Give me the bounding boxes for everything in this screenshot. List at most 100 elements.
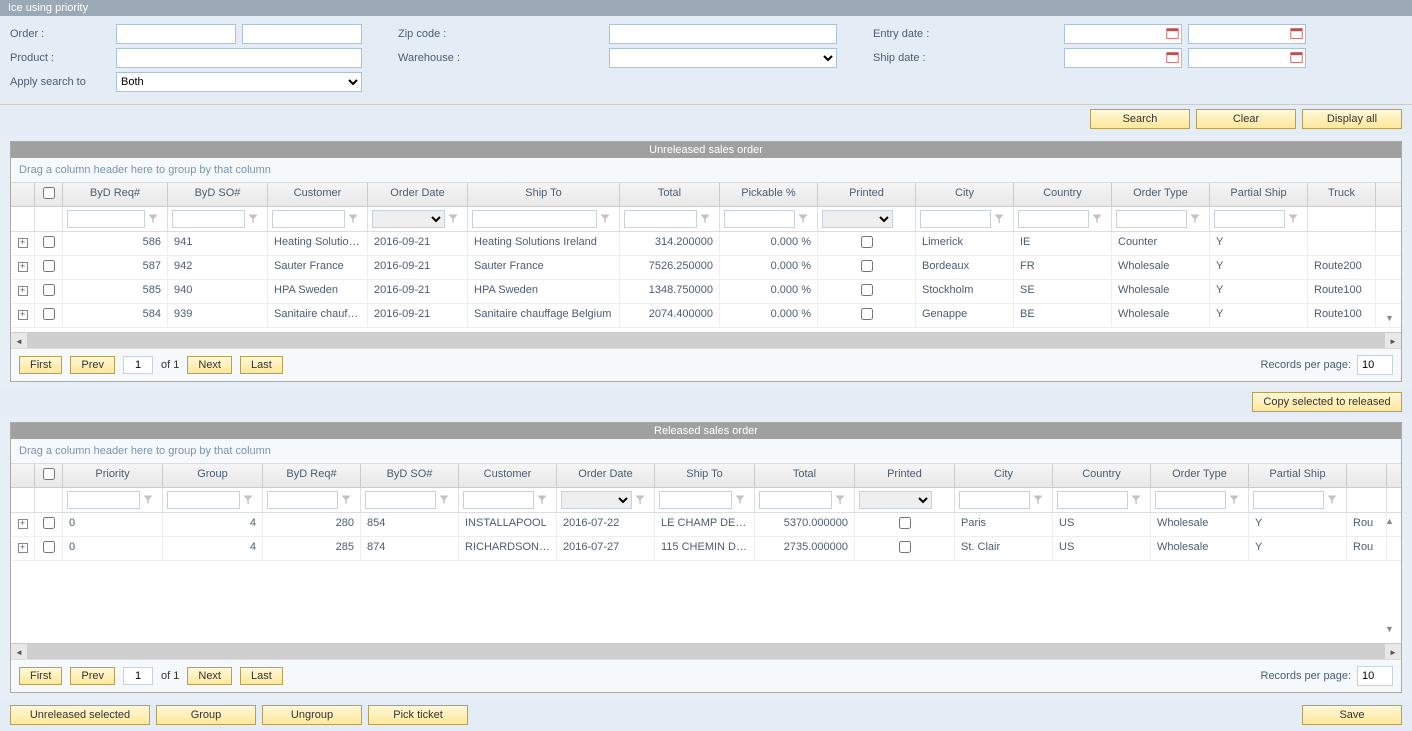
- product-input[interactable]: [116, 48, 362, 68]
- ship-date-to[interactable]: [1188, 48, 1306, 68]
- calendar-icon[interactable]: [1166, 27, 1179, 40]
- table-row[interactable]: +04280854INSTALLAPOOL2016-07-22LE CHAMP …: [11, 513, 1401, 537]
- filter-icon[interactable]: [242, 494, 254, 506]
- row-checkbox[interactable]: [43, 260, 55, 272]
- col-partial-ship[interactable]: Partial Ship: [1210, 183, 1308, 206]
- pick-ticket-button[interactable]: Pick ticket: [368, 705, 468, 725]
- filter-input[interactable]: [959, 491, 1030, 509]
- col-total[interactable]: Total: [620, 183, 720, 206]
- row-checkbox[interactable]: [43, 284, 55, 296]
- last-button[interactable]: Last: [240, 356, 283, 374]
- grid2-group-hint[interactable]: Drag a column header here to group by th…: [11, 439, 1401, 464]
- filter-input[interactable]: [1253, 491, 1324, 509]
- filter-input[interactable]: [1018, 210, 1089, 228]
- filter-input[interactable]: [472, 210, 597, 228]
- scroll-right-icon[interactable]: ►: [1386, 334, 1400, 348]
- col-city[interactable]: City: [955, 464, 1053, 487]
- col-partial-ship[interactable]: Partial Ship: [1249, 464, 1347, 487]
- filter-input[interactable]: [1214, 210, 1285, 228]
- table-row[interactable]: +584939Sanitaire chauffage B2016-09-21Sa…: [11, 304, 1401, 328]
- row-checkbox[interactable]: [43, 541, 55, 553]
- expand-icon[interactable]: +: [18, 262, 28, 272]
- filter-icon[interactable]: [1189, 213, 1201, 225]
- filter-icon[interactable]: [438, 494, 450, 506]
- filter-icon[interactable]: [1326, 494, 1338, 506]
- col-order-type[interactable]: Order Type: [1112, 183, 1210, 206]
- col-customer[interactable]: Customer: [268, 183, 368, 206]
- scroll-down-icon[interactable]: ▼: [1385, 313, 1399, 323]
- entry-date-to[interactable]: [1188, 24, 1306, 44]
- filter-input[interactable]: [67, 491, 140, 509]
- filter-input[interactable]: [920, 210, 991, 228]
- filter-select[interactable]: [859, 491, 932, 509]
- col-ship-to[interactable]: Ship To: [468, 183, 620, 206]
- copy-selected-button[interactable]: Copy selected to released: [1252, 392, 1402, 412]
- expand-icon[interactable]: +: [18, 519, 28, 529]
- printed-checkbox[interactable]: [899, 541, 911, 553]
- filter-input[interactable]: [267, 491, 338, 509]
- expand-icon[interactable]: +: [18, 310, 28, 320]
- printed-checkbox[interactable]: [861, 260, 873, 272]
- filter-input[interactable]: [1057, 491, 1128, 509]
- first-button[interactable]: First: [19, 356, 62, 374]
- col-byd-req[interactable]: ByD Req#: [263, 464, 361, 487]
- filter-input[interactable]: [1155, 491, 1226, 509]
- warehouse-select[interactable]: [609, 48, 837, 68]
- filter-input[interactable]: [659, 491, 732, 509]
- h-scrollbar[interactable]: ◄ ►: [11, 643, 1401, 659]
- select-all-checkbox[interactable]: [43, 187, 55, 199]
- filter-icon[interactable]: [1228, 494, 1240, 506]
- last-button[interactable]: Last: [240, 667, 283, 685]
- filter-icon[interactable]: [634, 494, 646, 506]
- filter-input[interactable]: [624, 210, 697, 228]
- filter-icon[interactable]: [142, 494, 154, 506]
- filter-icon[interactable]: [536, 494, 548, 506]
- printed-checkbox[interactable]: [899, 517, 911, 529]
- prev-button[interactable]: Prev: [70, 356, 115, 374]
- filter-icon[interactable]: [599, 213, 611, 225]
- ungroup-button[interactable]: Ungroup: [262, 705, 362, 725]
- printed-checkbox[interactable]: [861, 284, 873, 296]
- page-input[interactable]: [123, 667, 153, 685]
- col-order-date[interactable]: Order Date: [557, 464, 655, 487]
- expand-icon[interactable]: +: [18, 543, 28, 553]
- save-button[interactable]: Save: [1302, 705, 1402, 725]
- filter-icon[interactable]: [834, 494, 846, 506]
- col-city[interactable]: City: [916, 183, 1014, 206]
- col-order-date[interactable]: Order Date: [368, 183, 468, 206]
- filter-icon[interactable]: [247, 213, 259, 225]
- filter-select[interactable]: [372, 210, 445, 228]
- col-customer[interactable]: Customer: [459, 464, 557, 487]
- rpp-input[interactable]: [1357, 666, 1393, 686]
- filter-icon[interactable]: [1032, 494, 1044, 506]
- scroll-left-icon[interactable]: ◄: [12, 645, 26, 659]
- filter-icon[interactable]: [1287, 213, 1299, 225]
- page-input[interactable]: [123, 356, 153, 374]
- printed-checkbox[interactable]: [861, 308, 873, 320]
- filter-input[interactable]: [463, 491, 534, 509]
- filter-icon[interactable]: [340, 494, 352, 506]
- calendar-icon[interactable]: [1290, 27, 1303, 40]
- row-checkbox[interactable]: [43, 236, 55, 248]
- col-printed[interactable]: Printed: [855, 464, 955, 487]
- ship-date-from[interactable]: [1064, 48, 1182, 68]
- grid1-group-hint[interactable]: Drag a column header here to group by th…: [11, 158, 1401, 183]
- filter-input[interactable]: [67, 210, 145, 228]
- filter-input[interactable]: [1116, 210, 1187, 228]
- printed-checkbox[interactable]: [861, 236, 873, 248]
- prev-button[interactable]: Prev: [70, 667, 115, 685]
- col-priority[interactable]: Priority: [63, 464, 163, 487]
- col-ship-to[interactable]: Ship To: [655, 464, 755, 487]
- first-button[interactable]: First: [19, 667, 62, 685]
- zip-input[interactable]: [609, 24, 837, 44]
- filter-icon[interactable]: [1091, 213, 1103, 225]
- order-input-1[interactable]: [116, 24, 236, 44]
- col-total[interactable]: Total: [755, 464, 855, 487]
- calendar-icon[interactable]: [1290, 51, 1303, 64]
- filter-input[interactable]: [759, 491, 832, 509]
- scroll-right-icon[interactable]: ►: [1386, 645, 1400, 659]
- scroll-up-icon[interactable]: ▲: [1385, 516, 1399, 526]
- table-row[interactable]: +587942Sauter France2016-09-21Sauter Fra…: [11, 256, 1401, 280]
- scroll-down-icon[interactable]: ▼: [1385, 624, 1399, 634]
- h-scrollbar[interactable]: ◄ ►: [11, 332, 1401, 348]
